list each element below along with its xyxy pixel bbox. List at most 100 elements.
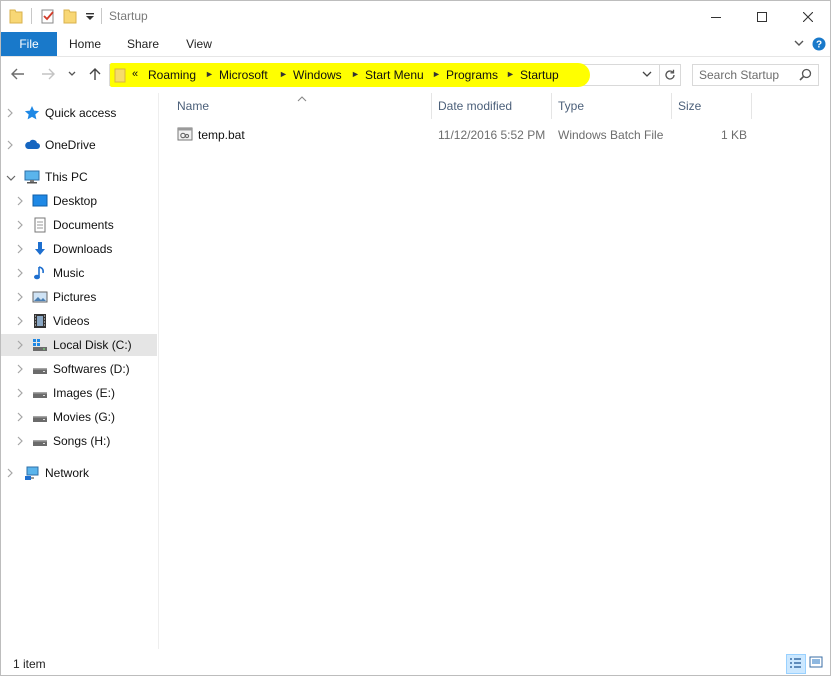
chevron-right-icon[interactable] [17, 363, 25, 375]
details-view-button[interactable] [786, 654, 806, 674]
column-header-date-modified[interactable]: Date modified [432, 93, 550, 119]
chevron-down-icon [68, 71, 76, 76]
sidebar-item-images-e[interactable]: Images (E:) [1, 382, 157, 404]
sidebar-item-label: OneDrive [45, 138, 96, 152]
back-button[interactable] [9, 65, 27, 83]
title-divider [101, 8, 102, 24]
breadcrumb-separator-icon: ► [351, 69, 360, 79]
close-button[interactable] [785, 1, 830, 32]
chevron-right-icon[interactable] [17, 339, 25, 351]
address-history-button[interactable] [637, 64, 657, 84]
tab-home[interactable]: Home [61, 32, 109, 56]
chevron-right-icon[interactable] [7, 467, 15, 479]
sidebar-item-pictures[interactable]: Pictures [1, 286, 157, 308]
sidebar-item-onedrive[interactable]: OneDrive [1, 134, 157, 156]
file-date-modified: 11/12/2016 5:52 PM [438, 128, 546, 142]
help-button[interactable]: ? [812, 37, 826, 51]
sidebar-item-this-pc[interactable]: This PC [1, 166, 157, 188]
table-row[interactable]: temp.bat 11/12/2016 5:52 PM Windows Batc… [169, 123, 759, 145]
search-box[interactable] [692, 64, 819, 86]
sidebar-item-label: Movies (G:) [53, 410, 116, 424]
chevron-right-icon[interactable] [17, 315, 25, 327]
breadcrumb-microsoft[interactable]: Microsoft [219, 68, 268, 82]
sidebar-item-videos[interactable]: Videos [1, 310, 157, 332]
status-bar: 1 item [1, 649, 830, 675]
chevron-right-icon[interactable] [17, 243, 25, 255]
help-icon: ? [812, 37, 826, 51]
sidebar-item-local-disk-c[interactable]: Local Disk (C:) [1, 334, 157, 356]
batch-file-icon [177, 126, 193, 145]
chevron-right-icon[interactable] [17, 195, 25, 207]
file-name[interactable]: temp.bat [198, 128, 245, 142]
sidebar-item-documents[interactable]: Documents [1, 214, 157, 236]
tab-file[interactable]: File [1, 32, 57, 56]
recent-locations-button[interactable] [63, 65, 81, 83]
column-header-label: Date modified [438, 99, 513, 113]
expand-ribbon-button[interactable] [793, 37, 807, 51]
sidebar-item-label: Songs (H:) [53, 434, 111, 448]
chevron-right-icon[interactable] [7, 107, 15, 119]
breadcrumb-programs[interactable]: Programs [446, 68, 498, 82]
chevron-right-icon[interactable] [17, 387, 25, 399]
tab-view[interactable]: View [177, 32, 221, 56]
sidebar-item-songs-h[interactable]: Songs (H:) [1, 430, 157, 452]
chevron-right-icon[interactable] [17, 435, 25, 447]
column-divider[interactable] [751, 93, 752, 119]
close-icon [803, 11, 813, 22]
chevron-right-icon[interactable] [7, 139, 15, 151]
navigation-bar: « Roaming ► Microsoft ► Windows ► Start … [1, 57, 830, 91]
forward-button[interactable] [39, 65, 57, 83]
minimize-icon [711, 16, 721, 18]
breadcrumb-windows[interactable]: Windows [293, 68, 342, 82]
folder-icon[interactable] [9, 8, 23, 24]
search-icon[interactable] [799, 68, 812, 84]
breadcrumb-separator-icon: ► [205, 69, 214, 79]
column-header-type[interactable]: Type [552, 93, 670, 119]
chevron-right-icon[interactable] [17, 411, 25, 423]
navigation-pane: Quick access OneDrive This PC Desktop Do… [1, 93, 159, 649]
sidebar-item-music[interactable]: Music [1, 262, 157, 284]
sidebar-item-label: Videos [53, 314, 90, 328]
column-header-size[interactable]: Size [672, 93, 750, 119]
large-icons-view-button[interactable] [808, 654, 826, 672]
chevron-right-icon[interactable] [17, 267, 25, 279]
breadcrumb-roaming[interactable]: Roaming [148, 68, 196, 82]
network-icon [24, 465, 40, 481]
customize-quick-access-icon[interactable] [85, 11, 95, 27]
chevron-expanded-icon[interactable] [6, 172, 16, 184]
tab-share[interactable]: Share [119, 32, 167, 56]
chevron-right-icon[interactable] [17, 219, 25, 231]
sidebar-item-network[interactable]: Network [1, 462, 157, 484]
sidebar-item-label: Local Disk (C:) [53, 338, 132, 352]
properties-icon[interactable] [40, 8, 56, 24]
breadcrumb-startup[interactable]: Startup [520, 68, 559, 82]
column-header-name[interactable]: Name [159, 93, 431, 119]
column-header-label: Size [678, 99, 702, 113]
sidebar-item-label: Pictures [53, 290, 97, 304]
sidebar-item-movies-g[interactable]: Movies (G:) [1, 406, 157, 428]
breadcrumb-separator-icon: ► [506, 69, 515, 79]
star-icon [24, 105, 40, 121]
chevron-right-icon[interactable] [17, 291, 25, 303]
sidebar-item-label: Desktop [53, 194, 98, 208]
refresh-icon [665, 69, 675, 80]
maximize-icon [757, 11, 767, 22]
breadcrumb-overflow[interactable]: « [132, 68, 138, 80]
up-button[interactable] [86, 65, 104, 83]
minimize-button[interactable] [693, 1, 739, 32]
sidebar-item-softwares-d[interactable]: Softwares (D:) [1, 358, 157, 380]
item-count: 1 item [13, 657, 46, 671]
search-input[interactable] [699, 67, 795, 83]
breadcrumb-separator-icon: ► [432, 69, 441, 79]
system-drive-icon [32, 337, 48, 353]
maximize-button[interactable] [739, 1, 785, 32]
address-bar[interactable]: « Roaming ► Microsoft ► Windows ► Start … [109, 63, 660, 87]
chevron-down-icon [642, 71, 652, 77]
sidebar-item-desktop[interactable]: Desktop [1, 190, 157, 212]
sidebar-item-quick-access[interactable]: Quick access [1, 102, 157, 124]
sidebar-item-downloads[interactable]: Downloads [1, 238, 157, 260]
refresh-button[interactable] [659, 64, 681, 86]
file-list-pane: Name Date modified Type Size temp.bat 11… [159, 93, 830, 649]
new-folder-icon[interactable] [63, 8, 77, 24]
breadcrumb-start-menu[interactable]: Start Menu [365, 68, 424, 82]
